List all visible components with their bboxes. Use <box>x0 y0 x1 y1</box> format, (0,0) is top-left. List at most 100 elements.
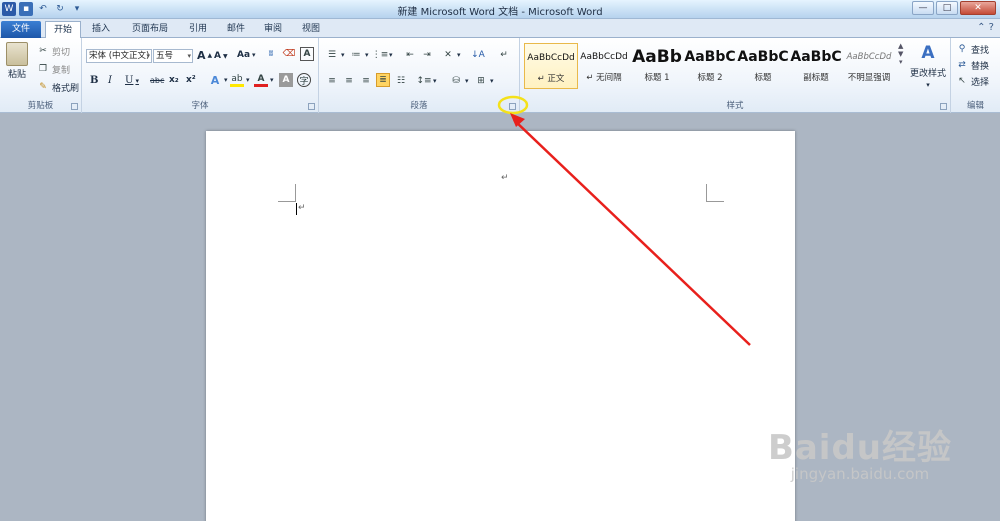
numbering-button[interactable]: ≔ ▾ <box>349 48 369 62</box>
char-border-button[interactable]: A <box>300 47 314 61</box>
styles-dialog-launcher[interactable] <box>940 103 947 110</box>
tab-references[interactable]: 引用 <box>184 21 212 38</box>
tab-mailings[interactable]: 邮件 <box>222 21 250 38</box>
sort-button[interactable]: ↓A <box>471 48 485 62</box>
scroll-down-icon[interactable]: ▼ <box>898 50 903 58</box>
char-shading-button[interactable]: A <box>279 73 293 87</box>
clipboard-dialog-launcher[interactable] <box>71 103 78 110</box>
cut-button[interactable]: ✂ 剪切 <box>36 44 70 58</box>
font-name-value: 宋体 (中文正文) <box>89 51 150 61</box>
close-button[interactable]: ✕ <box>960 1 996 15</box>
subscript-button[interactable]: x₂ <box>169 75 179 85</box>
style-subtle-emphasis[interactable]: AaBbCcDd 不明显强调 <box>842 43 896 89</box>
styles-scroll[interactable]: ▲ ▼ ▾ <box>898 42 903 66</box>
bold-button[interactable]: B <box>90 75 98 86</box>
copy-icon: ❐ <box>38 64 48 74</box>
paste-icon <box>6 42 28 66</box>
paragraph-group: ☰ ▾ ≔ ▾ ⋮≡ ▾ ⇤ ⇥ ✕ ▾ ↓A ↵ ≡ ≡ ≡ ≣ ☷ ↕≡ ▾ ⛁ ▾ ⊞… <box>319 38 520 113</box>
font-dialog-launcher[interactable] <box>308 103 315 110</box>
highlighter-icon: ab <box>230 73 244 87</box>
underline-label: U <box>125 75 134 86</box>
style-preview: AaBbCcDd <box>580 52 628 62</box>
help-icon[interactable]: ⌃ ? <box>977 22 994 33</box>
format-painter-button[interactable]: ✎ 格式刷 <box>36 80 79 94</box>
italic-button[interactable]: I <box>108 75 112 86</box>
tab-file[interactable]: 文件 <box>1 21 41 38</box>
font-color-button[interactable]: A ▾ <box>254 73 274 87</box>
style-no-spacing[interactable]: AaBbCcDd ↵ 无间隔 <box>577 43 631 89</box>
numbered-list-icon: ≔ <box>351 50 361 60</box>
replace-button[interactable]: ⇄ 替换 <box>955 58 989 72</box>
distribute-button[interactable]: ☷ <box>394 74 408 88</box>
more-styles-icon[interactable]: ▾ <box>899 58 903 66</box>
style-label: 副标题 <box>803 73 829 83</box>
grow-font-button[interactable]: A ▲ <box>197 49 212 62</box>
bullets-button[interactable]: ☰ ▾ <box>325 48 345 62</box>
font-name-combo[interactable]: 宋体 (中文正文) ▾ <box>86 49 152 63</box>
line-spacing-button[interactable]: ↕≡ ▾ <box>416 74 436 88</box>
font-size-value: 五号 <box>156 51 174 61</box>
char-border-icon: A <box>300 47 314 61</box>
paste-button[interactable]: 粘贴 <box>6 42 28 80</box>
chinese-layout-button[interactable]: ✕ ▾ <box>441 48 460 62</box>
paragraph-dialog-launcher[interactable] <box>509 103 516 110</box>
minimize-button[interactable]: — <box>912 1 934 15</box>
align-right-icon: ≡ <box>362 76 370 86</box>
select-button[interactable]: ↖ 选择 <box>955 74 989 88</box>
find-button[interactable]: ⚲ 查找 <box>955 42 989 56</box>
tab-insert[interactable]: 插入 <box>86 21 116 38</box>
shrink-font-button[interactable]: A ▼ <box>214 51 228 61</box>
style-title[interactable]: AaBbC 标题 <box>736 43 790 89</box>
strikethrough-button[interactable]: abc <box>150 76 164 85</box>
editing-group: ⚲ 查找 ⇄ 替换 ↖ 选择 编辑 <box>951 38 1000 113</box>
clear-format-button[interactable]: ⌫ <box>282 47 296 61</box>
text-effects-button[interactable]: A ▾ <box>208 73 228 87</box>
change-styles-button[interactable]: A 更改样式 ▾ <box>910 42 946 89</box>
phonetic-guide-button[interactable]: ʬ <box>264 47 278 61</box>
justify-icon: ≣ <box>376 73 390 87</box>
enclose-char-button[interactable]: 字 <box>297 73 311 87</box>
change-case-label: Aa <box>237 50 251 60</box>
document-page[interactable]: ↵ ↵ <box>206 131 795 521</box>
sort-icon: ↓A <box>471 50 485 60</box>
show-marks-button[interactable]: ↵ <box>497 48 511 62</box>
style-label: ↵ 正文 <box>537 74 565 84</box>
increase-indent-button[interactable]: ⇥ <box>420 48 434 62</box>
highlight-button[interactable]: ab ▾ <box>230 73 250 87</box>
style-heading-2[interactable]: AaBbC 标题 2 <box>683 43 737 89</box>
superscript-button[interactable]: x² <box>186 75 196 85</box>
increase-indent-icon: ⇥ <box>423 50 431 60</box>
font-group-label: 字体 <box>191 101 209 111</box>
style-heading-1[interactable]: AaBb 标题 1 <box>630 43 684 89</box>
editing-group-label: 编辑 <box>966 101 984 111</box>
styles-group-label: 样式 <box>726 101 744 111</box>
align-center-button[interactable]: ≡ <box>342 74 356 88</box>
decrease-indent-button[interactable]: ⇤ <box>403 48 417 62</box>
style-subtitle[interactable]: AaBbC 副标题 <box>789 43 843 89</box>
underline-button[interactable]: U ▾ <box>125 75 139 86</box>
ribbon: 粘贴 ✂ 剪切 ❐ 复制 ✎ 格式刷 剪贴板 宋体 (中文正文) ▾ 五号 ▾ … <box>0 38 1000 113</box>
style-preview: AaBbCcDd <box>527 53 575 63</box>
style-normal[interactable]: AaBbCcDd ↵ 正文 <box>524 43 578 89</box>
align-right-button[interactable]: ≡ <box>359 74 373 88</box>
change-case-button[interactable]: Aa ▾ <box>237 50 256 60</box>
multilevel-list-button[interactable]: ⋮≡ ▾ <box>372 48 393 62</box>
replace-icon: ⇄ <box>958 60 966 70</box>
change-styles-icon: A <box>921 43 935 63</box>
select-label: 选择 <box>971 77 990 88</box>
watermark-url: jingyan.baidu.com <box>790 465 930 483</box>
maximize-button[interactable]: □ <box>936 1 958 15</box>
align-left-button[interactable]: ≡ <box>325 74 339 88</box>
style-label: 不明显强调 <box>847 73 891 83</box>
copy-button[interactable]: ❐ 复制 <box>36 62 70 76</box>
tab-page-layout[interactable]: 页面布局 <box>126 21 174 38</box>
tab-review[interactable]: 审阅 <box>259 21 287 38</box>
tab-home[interactable]: 开始 <box>45 21 81 38</box>
borders-button[interactable]: ⊞ ▾ <box>474 74 493 88</box>
scroll-up-icon[interactable]: ▲ <box>898 42 903 50</box>
shading-button[interactable]: ⛁ ▾ <box>449 74 468 88</box>
font-size-combo[interactable]: 五号 ▾ <box>153 49 193 63</box>
justify-button[interactable]: ≣ <box>376 73 390 87</box>
tab-view[interactable]: 视图 <box>297 21 325 38</box>
change-styles-label: 更改样式 <box>910 69 947 79</box>
